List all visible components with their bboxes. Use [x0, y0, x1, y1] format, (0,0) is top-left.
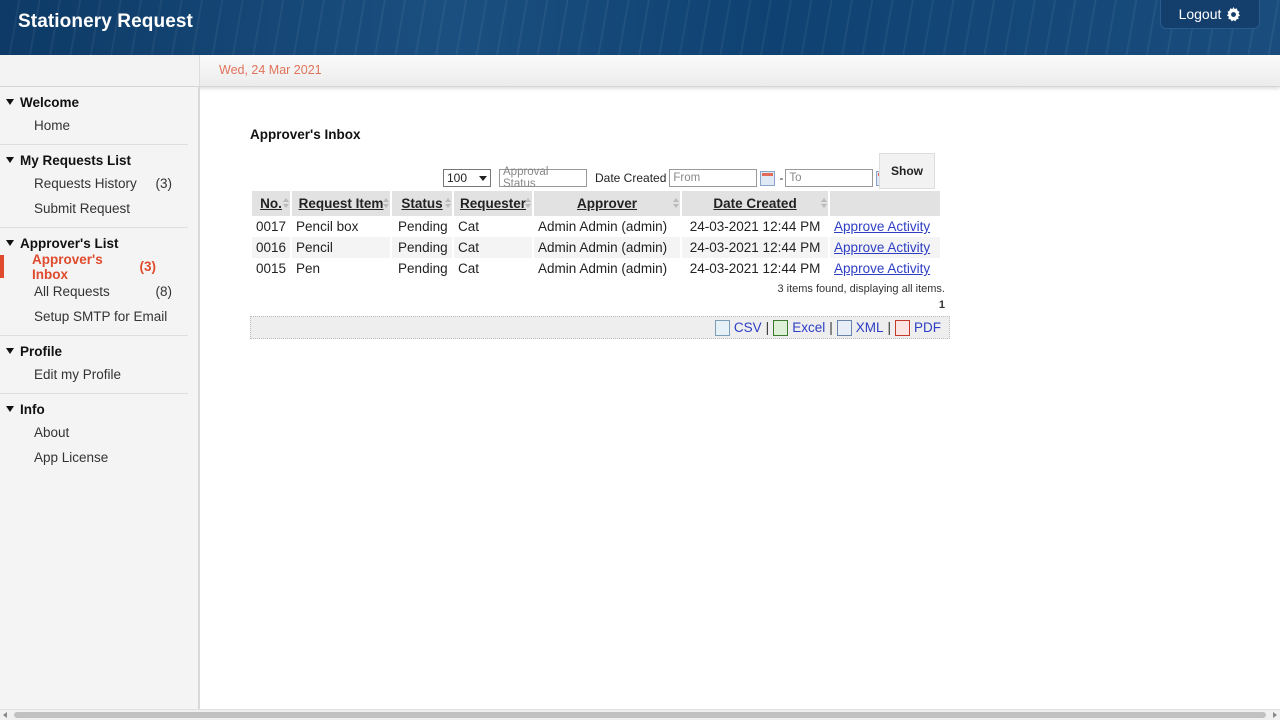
logout-label: Logout: [1178, 6, 1222, 22]
show-button[interactable]: Show: [879, 153, 935, 189]
sort-icon: [445, 198, 452, 208]
column-header-no[interactable]: No.: [252, 191, 291, 216]
sidebar-group-title[interactable]: Welcome: [0, 91, 188, 113]
app-title: Stationery Request: [18, 11, 193, 32]
requests-table: No. Request Item Status Requester Approv…: [250, 191, 942, 279]
page-number[interactable]: 1: [900, 299, 945, 311]
page-title: Approver's Inbox: [250, 127, 361, 142]
triangle-down-icon: [6, 348, 14, 354]
table-header-row: No. Request Item Status Requester Approv…: [252, 191, 941, 216]
sort-icon: [525, 198, 532, 208]
sort-icon: [283, 198, 290, 208]
sidebar-group-title[interactable]: My Requests List: [0, 149, 188, 171]
export-bar: CSV | Excel | XML | PDF: [250, 316, 950, 339]
triangle-down-icon: [6, 99, 14, 105]
approve-activity-link[interactable]: Approve Activity: [834, 240, 930, 255]
export-excel-link[interactable]: Excel: [773, 319, 825, 336]
horizontal-scrollbar[interactable]: [0, 709, 1280, 720]
approve-activity-link[interactable]: Approve Activity: [834, 219, 930, 234]
count-badge: (8): [155, 284, 173, 299]
logout-button[interactable]: Logout: [1160, 0, 1260, 29]
sort-icon: [673, 198, 680, 208]
filter-bar: 100 Approval Status Date Created From - …: [443, 166, 895, 190]
current-date: Wed, 24 Mar 2021: [219, 63, 322, 77]
excel-file-icon: [773, 319, 789, 336]
sidebar-item-about[interactable]: About: [0, 420, 188, 445]
table-row: 0015 Pen Pending Cat Admin Admin (admin)…: [256, 261, 931, 276]
chevron-down-icon: [479, 175, 487, 181]
items-found-text: 3 items found, displaying all items.: [777, 283, 945, 295]
export-xml-link[interactable]: XML: [836, 319, 883, 336]
app-header: Stationery Request Logout: [0, 0, 1280, 56]
table-row: 0016 Pencil Pending Cat Admin Admin (adm…: [252, 237, 941, 258]
column-header-action: [830, 191, 941, 216]
sidebar-group-my-requests: My Requests List Requests History (3) Sub…: [0, 145, 188, 228]
sidebar-item-all-requests[interactable]: All Requests (8): [0, 279, 188, 304]
sidebar-item-edit-profile[interactable]: Edit my Profile: [0, 362, 188, 387]
xml-file-icon: [836, 319, 852, 336]
sidebar-group-info: Info About App License: [0, 394, 188, 476]
column-header-requester[interactable]: Requester: [454, 191, 533, 216]
csv-file-icon: [714, 319, 730, 336]
sidebar-item-home[interactable]: Home: [0, 113, 188, 138]
export-csv-link[interactable]: CSV: [714, 319, 762, 336]
pdf-file-icon: [895, 319, 910, 336]
triangle-down-icon: [6, 157, 14, 163]
date-bar: Wed, 24 Mar 2021: [0, 55, 1280, 87]
sidebar-group-approvers-list: Approver's List Approver's Inbox (3) All …: [0, 228, 188, 336]
date-created-label: Date Created: [595, 171, 667, 185]
column-header-request-item[interactable]: Request Item: [292, 191, 391, 216]
export-pdf-link[interactable]: PDF: [895, 319, 941, 336]
calendar-icon[interactable]: [760, 170, 776, 186]
date-from-input[interactable]: From: [669, 169, 758, 187]
gear-icon: [1227, 6, 1241, 21]
column-header-approver[interactable]: Approver: [534, 191, 681, 216]
sidebar-item-setup-smtp[interactable]: Setup SMTP for Email: [0, 304, 188, 329]
sidebar-group-profile: Profile Edit my Profile: [0, 336, 188, 394]
table-row: 0017 Pencil box Pending Cat Admin Admin …: [256, 219, 931, 234]
approval-status-input[interactable]: Approval Status: [499, 166, 587, 190]
sidebar-group-title[interactable]: Profile: [0, 340, 188, 362]
sort-icon: [821, 198, 828, 208]
triangle-down-icon: [6, 240, 14, 246]
page-size-select[interactable]: 100: [443, 169, 491, 187]
approve-activity-link[interactable]: Approve Activity: [834, 261, 930, 276]
triangle-down-icon: [6, 406, 14, 412]
count-badge: (3): [139, 259, 157, 274]
sidebar-item-submit-request[interactable]: Submit Request: [0, 196, 188, 221]
sort-icon: [383, 198, 390, 208]
count-badge: (3): [155, 176, 173, 191]
sidebar-item-requests-history[interactable]: Requests History (3): [0, 171, 188, 196]
column-header-status[interactable]: Status: [392, 191, 453, 216]
scroll-left-icon[interactable]: [3, 712, 7, 718]
sidebar: Welcome Home My Requests List Requests H…: [0, 87, 200, 710]
sidebar-item-app-license[interactable]: App License: [0, 445, 188, 470]
sidebar-item-approvers-inbox[interactable]: Approver's Inbox (3): [0, 252, 188, 282]
scrollbar-thumb[interactable]: [14, 712, 1266, 718]
sidebar-group-welcome: Welcome Home: [0, 87, 188, 145]
scroll-right-icon[interactable]: [1273, 712, 1277, 718]
sidebar-group-title[interactable]: Info: [0, 398, 188, 420]
column-header-date-created[interactable]: Date Created: [682, 191, 829, 216]
date-to-input[interactable]: To: [785, 169, 874, 187]
